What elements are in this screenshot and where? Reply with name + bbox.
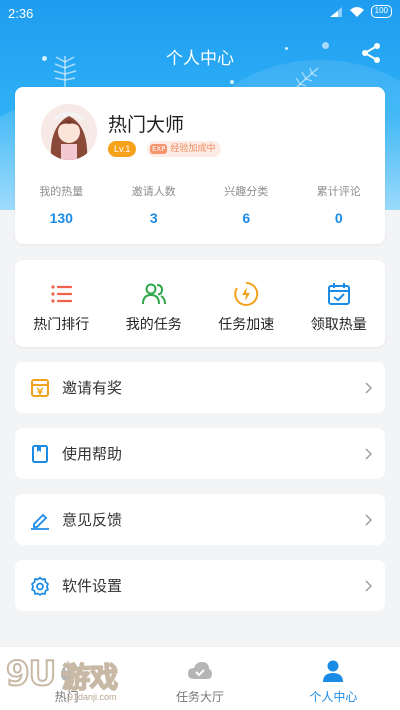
action-task-boost[interactable]: 任务加速 — [200, 260, 293, 347]
stat-label: 累计评论 — [316, 185, 361, 198]
exp-badge: EXP 经验加成中 — [147, 141, 222, 157]
menu-invite-rewards[interactable]: 邀请有奖 — [15, 362, 385, 413]
action-label: 任务加速 — [218, 317, 275, 333]
tab-task-hall[interactable]: 任务大厅 — [133, 647, 266, 710]
stat-label: 兴趣分类 — [224, 185, 269, 198]
watermark-url: 91danji.com — [68, 692, 117, 702]
action-label: 领取热量 — [310, 317, 367, 333]
signal-icon — [329, 6, 342, 17]
username: 热门大师 — [108, 114, 185, 136]
stat-comments[interactable]: 累计评论 0 — [293, 183, 386, 226]
action-hot-ranking[interactable]: 热门排行 — [15, 260, 108, 347]
list-icon — [51, 285, 73, 303]
gear-icon — [30, 576, 50, 596]
tab-label: 任务大厅 — [175, 690, 224, 704]
menu-feedback[interactable]: 意见反馈 — [15, 494, 385, 545]
calendar-check-icon — [327, 283, 350, 305]
tab-profile[interactable]: 个人中心 — [267, 647, 400, 710]
stat-value: 0 — [334, 210, 343, 226]
chevron-right-icon — [365, 448, 372, 459]
status-time: 2:36 — [8, 6, 34, 21]
status-bar: 2:36 100 — [0, 0, 400, 28]
stat-invites[interactable]: 邀请人数 3 — [108, 183, 201, 226]
decor-dot — [230, 80, 234, 84]
gift-card-icon — [30, 378, 50, 398]
avatar-image — [41, 104, 97, 160]
profile-card: 热门大师 Lv.1 EXP 经验加成中 我的热量 130 邀请人数 3 兴趣分类… — [15, 87, 385, 244]
status-icons: 100 — [329, 5, 392, 18]
stat-label: 我的热量 — [39, 185, 84, 198]
stat-heat[interactable]: 我的热量 130 — [15, 183, 108, 226]
menu-label: 意见反馈 — [62, 511, 123, 529]
stat-interests[interactable]: 兴趣分类 6 — [200, 183, 293, 226]
watermark-number: 9U — [5, 653, 57, 695]
action-my-tasks[interactable]: 我的任务 — [108, 260, 201, 347]
level-badge: Lv.1 — [108, 141, 137, 157]
cloud-icon — [187, 662, 212, 679]
watermark-text: 游戏 — [61, 660, 119, 695]
chevron-right-icon — [365, 514, 372, 525]
users-icon — [141, 283, 166, 305]
edit-icon — [30, 510, 50, 530]
menu-label: 邀请有奖 — [62, 379, 123, 397]
share-icon[interactable] — [360, 42, 382, 64]
action-label: 热门排行 — [33, 317, 90, 333]
menu-help[interactable]: 使用帮助 — [15, 428, 385, 479]
tab-label: 个人中心 — [309, 690, 358, 704]
book-icon — [30, 444, 50, 464]
page-title: 个人中心 — [166, 49, 234, 69]
stat-value: 3 — [149, 210, 158, 226]
avatar[interactable] — [41, 104, 97, 160]
wifi-icon — [349, 6, 364, 17]
stat-value: 130 — [49, 210, 73, 226]
quick-actions: 热门排行 我的任务 任务加速 领取热量 — [15, 260, 385, 347]
lightning-icon — [234, 281, 259, 306]
watermark-logo: 9U 游戏 91danji.com — [4, 653, 139, 706]
battery-indicator: 100 — [370, 5, 392, 18]
menu-label: 使用帮助 — [62, 445, 123, 463]
stat-label: 邀请人数 — [131, 185, 176, 198]
menu-label: 软件设置 — [62, 577, 123, 595]
stat-value: 6 — [242, 210, 251, 226]
menu-settings[interactable]: 软件设置 — [15, 560, 385, 611]
exp-badge-label: 经验加成中 — [170, 144, 216, 154]
person-icon — [323, 660, 344, 682]
exp-tag: EXP — [150, 144, 168, 154]
stats-row: 我的热量 130 邀请人数 3 兴趣分类 6 累计评论 0 — [15, 183, 385, 226]
action-claim-heat[interactable]: 领取热量 — [293, 260, 386, 347]
chevron-right-icon — [365, 580, 372, 591]
chevron-right-icon — [365, 382, 372, 393]
action-label: 我的任务 — [125, 317, 182, 333]
